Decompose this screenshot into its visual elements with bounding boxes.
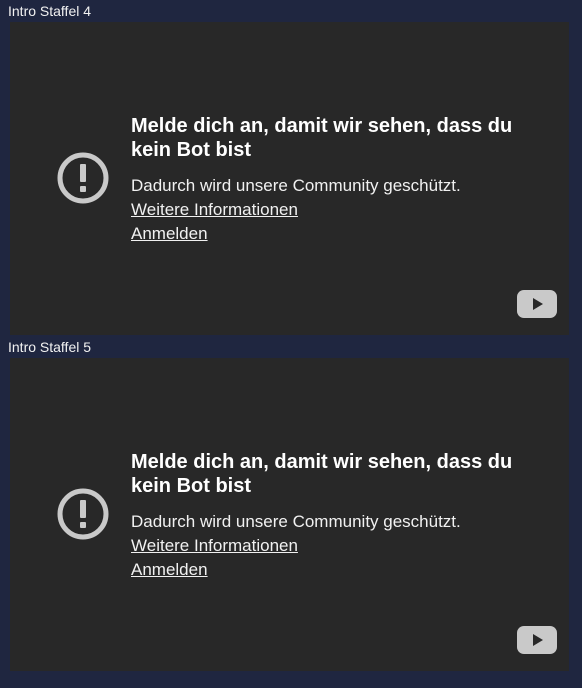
video-embed[interactable]: Melde dich an, damit wir sehen, dass du … [10, 22, 569, 335]
message-title: Melde dich an, damit wir sehen, dass du … [131, 451, 513, 497]
section-title: Intro Staffel 4 [8, 3, 92, 19]
more-info-link[interactable]: Weitere Informationen [131, 198, 551, 222]
message-subtitle: Dadurch wird unsere Community geschützt. [131, 176, 461, 195]
more-info-link[interactable]: Weitere Informationen [131, 534, 551, 558]
video-embed[interactable]: Melde dich an, damit wir sehen, dass du … [10, 358, 569, 671]
sign-in-link[interactable]: Anmelden [131, 222, 551, 246]
sign-in-link[interactable]: Anmelden [131, 558, 551, 582]
message-title: Melde dich an, damit wir sehen, dass du … [131, 115, 513, 161]
message-subtitle: Dadurch wird unsere Community geschützt. [131, 512, 461, 531]
exclamation-circle-icon [57, 152, 109, 204]
sign-in-message: Melde dich an, damit wir sehen, dass du … [131, 450, 551, 582]
youtube-play-icon[interactable] [517, 626, 557, 654]
section-title: Intro Staffel 5 [8, 339, 92, 355]
youtube-play-icon[interactable] [517, 290, 557, 318]
exclamation-circle-icon [57, 488, 109, 540]
sign-in-message: Melde dich an, damit wir sehen, dass du … [131, 114, 551, 246]
